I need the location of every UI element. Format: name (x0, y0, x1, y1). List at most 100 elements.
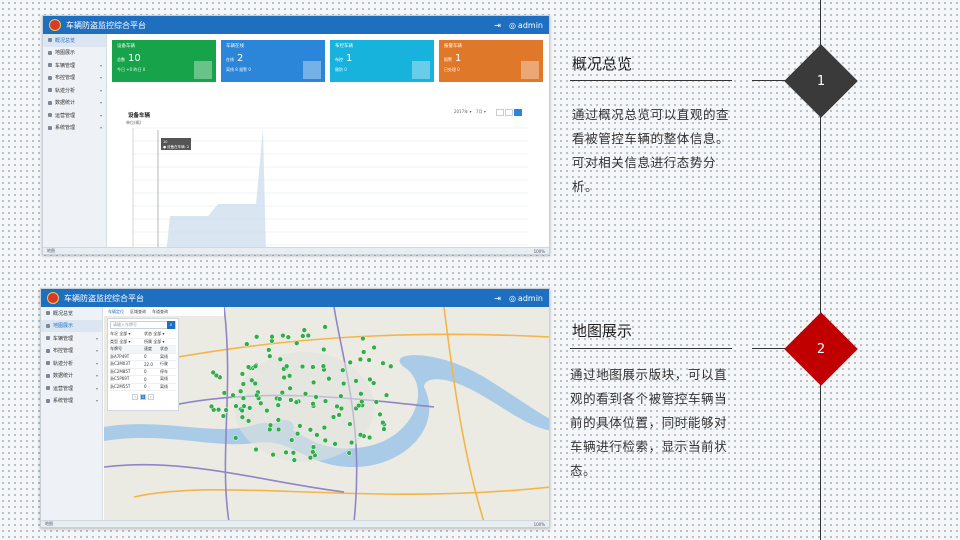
vehicle-marker[interactable] (267, 422, 274, 428)
sidebar-item-stats[interactable]: 数据统计 ▾ (41, 370, 102, 383)
logout-icon[interactable]: ⇥ (494, 294, 501, 303)
vehicle-marker[interactable] (320, 363, 327, 369)
vehicle-marker[interactable] (241, 403, 247, 409)
table-row[interactable]: 浙C2M55T 0 离线 (110, 384, 176, 391)
vehicle-marker[interactable] (353, 378, 359, 384)
line-view-button[interactable] (514, 109, 522, 116)
vehicle-marker[interactable] (277, 396, 283, 402)
vehicle-marker[interactable] (357, 356, 364, 363)
vehicle-marker[interactable] (288, 397, 294, 403)
vehicle-marker[interactable] (270, 452, 276, 458)
vehicle-marker[interactable] (244, 341, 250, 347)
sidebar-item-control[interactable]: 布控管理 ▾ (41, 345, 102, 358)
vehicle-marker[interactable] (240, 395, 247, 401)
vehicle-marker[interactable] (245, 418, 252, 424)
vehicle-marker[interactable] (358, 391, 364, 397)
vehicle-marker[interactable] (267, 426, 273, 433)
vehicle-marker[interactable] (338, 393, 344, 399)
search-button[interactable]: ⌕ (167, 321, 175, 329)
vehicle-marker[interactable] (322, 437, 328, 444)
vehicle-marker[interactable] (310, 449, 316, 455)
vehicle-marker[interactable] (220, 413, 227, 419)
vehicle-marker[interactable] (210, 369, 216, 376)
vehicle-marker[interactable] (383, 392, 390, 398)
sidebar-breadcrumb[interactable]: 概况总览 (43, 34, 106, 47)
filter-row[interactable]: 类型 全部 ▾ 所属 全部 ▾ (110, 339, 176, 346)
vehicle-marker[interactable] (286, 373, 293, 379)
sidebar-item-stats[interactable]: 数据统计 ▾ (43, 97, 106, 110)
vehicle-marker[interactable] (215, 407, 222, 413)
tab-vehicle-location[interactable]: 车辆定位 (108, 309, 124, 315)
vehicle-marker[interactable] (291, 457, 297, 463)
vehicle-marker[interactable] (321, 346, 327, 353)
vehicle-marker[interactable] (299, 363, 306, 370)
vehicle-marker[interactable] (359, 398, 365, 405)
vehicle-marker[interactable] (361, 349, 367, 355)
vehicle-marker[interactable] (252, 380, 258, 387)
vehicle-marker[interactable] (239, 407, 245, 414)
vehicle-marker[interactable] (360, 335, 366, 342)
sidebar-item-track[interactable]: 轨迹分析 ▾ (41, 357, 102, 370)
vehicle-marker[interactable] (307, 427, 314, 433)
vehicle-marker[interactable] (297, 423, 303, 429)
table-view-button[interactable] (496, 109, 504, 116)
vehicle-marker[interactable] (294, 340, 300, 346)
vehicle-marker[interactable] (285, 334, 291, 340)
sidebar-item-vehicles[interactable]: 车辆管理 ▾ (41, 332, 102, 345)
stat-card-alarm[interactable]: 报警车辆 报警 1 已处理 0 (439, 40, 543, 82)
vehicle-marker[interactable] (267, 353, 273, 359)
user-icon[interactable]: ◎ (509, 21, 516, 30)
vehicle-marker[interactable] (314, 432, 320, 438)
vehicle-marker[interactable] (367, 376, 373, 383)
vehicle-marker[interactable] (239, 414, 246, 420)
vehicle-marker[interactable] (371, 380, 377, 386)
filter-row[interactable]: 车况 全部 ▾ 状态 全部 ▾ (110, 331, 176, 339)
vehicle-marker[interactable] (275, 417, 281, 423)
vehicle-marker[interactable] (347, 421, 353, 427)
vehicle-marker[interactable] (338, 405, 345, 412)
vehicle-marker[interactable] (381, 426, 387, 432)
vehicle-marker[interactable] (238, 388, 244, 394)
vehicle-marker[interactable] (310, 379, 317, 386)
tab-area-query[interactable]: 区域查询 (130, 309, 146, 315)
vehicle-marker[interactable] (322, 398, 329, 404)
prev-page-button[interactable]: ‹ (132, 394, 138, 400)
vehicle-marker[interactable] (371, 344, 377, 351)
vehicle-marker[interactable] (377, 411, 383, 418)
sidebar-item-map[interactable]: 地图展示 (43, 47, 106, 60)
bar-view-button[interactable] (505, 109, 513, 116)
vehicle-marker[interactable] (283, 449, 289, 456)
vehicle-marker[interactable] (340, 367, 346, 373)
vehicle-marker[interactable] (245, 364, 252, 370)
sidebar-item-ops[interactable]: 运营管理 ▾ (41, 382, 102, 395)
sidebar-item-track[interactable]: 轨迹分析 ▾ (43, 84, 106, 97)
username[interactable]: admin (518, 294, 543, 303)
username[interactable]: admin (518, 21, 543, 30)
vehicle-marker[interactable] (334, 403, 340, 410)
page-button[interactable]: 1 (140, 394, 146, 400)
vehicle-marker[interactable] (293, 399, 300, 405)
vehicle-marker[interactable] (380, 419, 386, 426)
vehicle-marker[interactable] (254, 334, 260, 340)
view-toggle-buttons[interactable] (496, 109, 522, 116)
table-row[interactable]: 浙C2M85T 0 停车 (110, 369, 176, 376)
vehicle-marker[interactable] (275, 402, 281, 408)
vehicle-marker[interactable] (380, 360, 386, 366)
vehicle-marker[interactable] (223, 407, 229, 413)
vehicle-marker[interactable] (289, 437, 295, 443)
vehicle-marker[interactable] (279, 389, 285, 396)
vehicle-marker[interactable] (366, 357, 372, 363)
vehicle-marker[interactable] (366, 434, 373, 441)
vehicle-marker[interactable] (305, 332, 311, 339)
next-page-button[interactable]: › (148, 394, 154, 400)
vehicle-marker[interactable] (294, 431, 301, 437)
vehicle-marker[interactable] (208, 403, 215, 410)
user-icon[interactable]: ◎ (509, 294, 516, 303)
vehicle-marker[interactable] (322, 324, 328, 330)
tab-lane-query[interactable]: 车道查询 (152, 309, 168, 315)
vehicle-marker[interactable] (302, 391, 309, 397)
vehicle-marker[interactable] (254, 392, 260, 398)
table-row[interactable]: 浙C3M03T 22.0 行驶 (110, 361, 176, 369)
table-row[interactable]: 浙C5P69T 0 离线 (110, 376, 176, 384)
vehicle-marker[interactable] (233, 435, 239, 441)
